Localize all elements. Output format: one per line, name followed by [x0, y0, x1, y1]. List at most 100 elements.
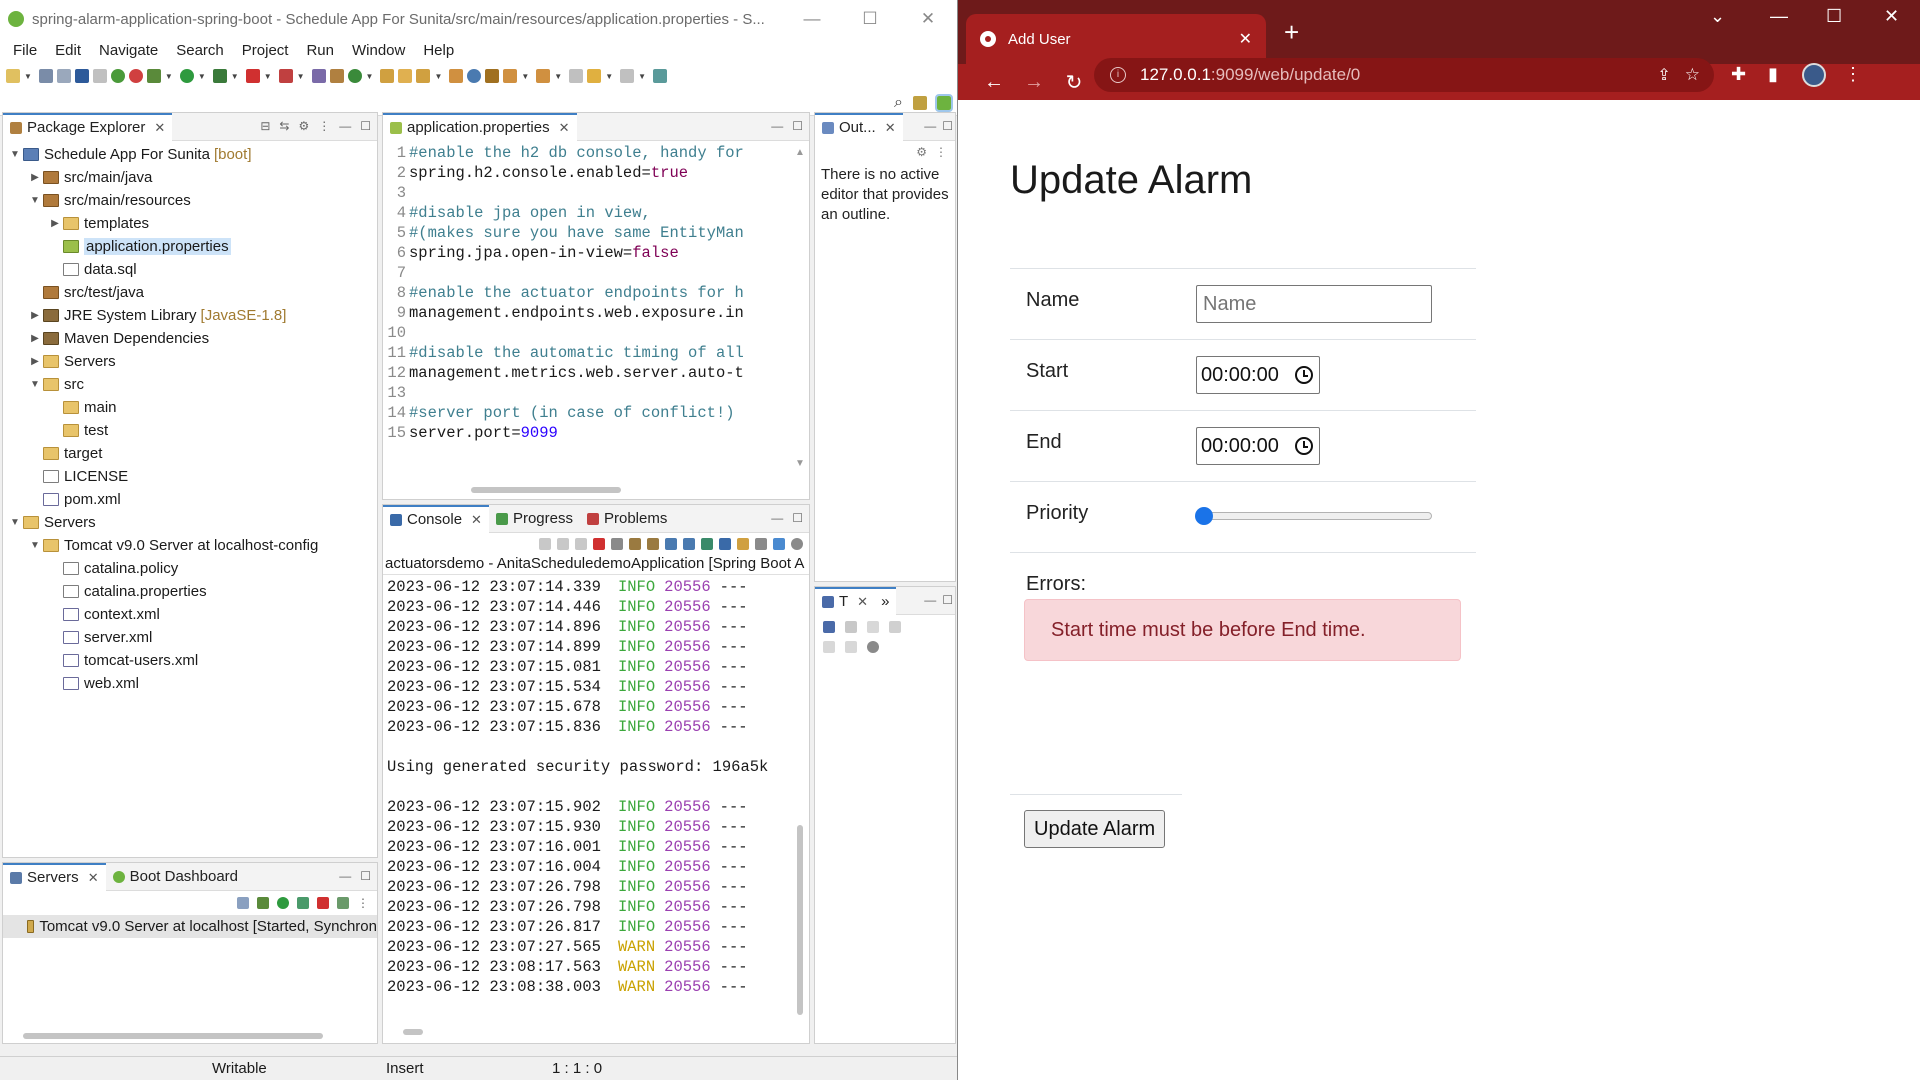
filter-icon[interactable]: ⚙	[298, 119, 309, 133]
bookmark-star-icon[interactable]: ☆	[1685, 65, 1700, 85]
horizontal-scrollbar[interactable]	[471, 487, 621, 493]
stop-icon[interactable]	[245, 69, 260, 83]
menu-item-file[interactable]: File	[4, 42, 46, 59]
save-icon[interactable]	[38, 69, 53, 83]
last-edit-icon[interactable]	[569, 69, 584, 83]
close-tab-icon[interactable]: ✕	[885, 120, 896, 136]
chevron-right-icon[interactable]: ▶	[27, 333, 43, 344]
address-bar[interactable]: i 127.0.0.1:9099/web/update/0 ⇪ ☆	[1094, 58, 1714, 92]
side-panel-icon[interactable]: ▮	[1768, 64, 1778, 85]
forward-icon[interactable]: →	[1014, 71, 1054, 94]
close-tab-icon[interactable]: ✕	[471, 512, 482, 528]
new-class-icon[interactable]	[347, 69, 362, 83]
remove-launch-icon[interactable]	[557, 538, 569, 550]
maximize-view-icon[interactable]: ☐	[942, 119, 953, 133]
chevron-right-icon[interactable]: ▶	[27, 172, 43, 183]
tree-item[interactable]: src/test/java	[3, 281, 377, 304]
menu-item-run[interactable]: Run	[297, 42, 343, 59]
view-menu-icon[interactable]: ⋮	[318, 119, 330, 133]
prev-annotation-icon[interactable]	[536, 69, 551, 83]
tree-item[interactable]: catalina.properties	[3, 580, 377, 603]
tree-item[interactable]: web.xml	[3, 672, 377, 695]
tree-item[interactable]: ▼ Servers	[3, 511, 377, 534]
display-console-icon[interactable]	[719, 538, 731, 550]
tree-item[interactable]: ▼ src/main/resources	[3, 189, 377, 212]
horizontal-scrollbar[interactable]	[403, 1029, 423, 1035]
open-type-icon[interactable]	[380, 69, 395, 83]
tab-application-properties[interactable]: application.properties ✕	[383, 112, 577, 141]
menu-item-navigate[interactable]: Navigate	[90, 42, 167, 59]
close-tab-icon[interactable]: ✕	[559, 120, 570, 136]
tree-item[interactable]: ▼ Schedule App For Sunita [boot]	[3, 143, 377, 166]
tree-item[interactable]: ▶ Servers	[3, 350, 377, 373]
clock-icon[interactable]	[1295, 366, 1313, 384]
chevron-down-icon[interactable]: ▼	[27, 379, 43, 390]
server-row[interactable]: Tomcat v9.0 Server at localhost [Started…	[3, 915, 377, 938]
new-package-icon[interactable]	[329, 69, 344, 83]
terminal-icon[interactable]	[74, 69, 89, 83]
chevron-right-icon[interactable]: ▶	[47, 218, 63, 229]
back-icon[interactable]	[587, 69, 602, 83]
slider-thumb[interactable]	[1195, 507, 1213, 525]
link-editor-icon[interactable]: ⇆	[279, 119, 289, 133]
vertical-scrollbar[interactable]: ▲ ▼	[795, 147, 805, 479]
search-icon[interactable]: ⌕	[894, 94, 903, 112]
pencil-icon[interactable]	[485, 69, 500, 83]
minimize-button[interactable]: —	[783, 0, 841, 38]
tab-console[interactable]: Console ✕	[383, 504, 489, 533]
minimize-view-icon[interactable]: —	[339, 869, 351, 883]
open-console-icon[interactable]	[449, 69, 464, 83]
view-menu-icon[interactable]: ⋮	[935, 145, 947, 159]
show-stderr-icon[interactable]	[683, 538, 695, 550]
console-settings-icon[interactable]	[791, 538, 803, 550]
clock-icon[interactable]	[1295, 437, 1313, 455]
copy-icon[interactable]	[823, 641, 835, 653]
stop-server-icon[interactable]	[317, 897, 329, 909]
tree-item[interactable]: ▼ src	[3, 373, 377, 396]
browser-tab[interactable]: Add User ✕	[966, 14, 1266, 64]
console-view-menu-icon[interactable]	[755, 538, 767, 550]
collapse-all-icon[interactable]: ⊟	[260, 119, 270, 133]
tab-package-explorer[interactable]: Package Explorer ✕	[3, 112, 173, 141]
boot-dashboard-icon[interactable]	[110, 69, 125, 83]
show-stdout-icon[interactable]	[665, 538, 677, 550]
run-icon[interactable]	[179, 69, 194, 83]
coverage-icon[interactable]	[212, 69, 227, 83]
debug-server-icon[interactable]	[257, 897, 269, 909]
menu-item-window[interactable]: Window	[343, 42, 414, 59]
extensions-icon[interactable]: ✚	[1731, 64, 1746, 85]
maximize-button[interactable]: ☐	[1826, 6, 1842, 27]
priority-slider[interactable]	[1195, 507, 1432, 525]
collapse-icon[interactable]	[237, 897, 249, 909]
code-editor[interactable]: 1 #enable the h2 db console, handy for 2 sp…	[383, 141, 787, 475]
skip-breakpoints-icon[interactable]	[92, 69, 107, 83]
new-icon[interactable]	[6, 69, 20, 83]
relaunch-icon[interactable]	[128, 69, 143, 83]
debug-icon[interactable]	[146, 69, 161, 83]
tree-item[interactable]: main	[3, 396, 377, 419]
external-tools-icon[interactable]	[278, 69, 293, 83]
tab-problems[interactable]: Problems	[580, 505, 674, 533]
tree-item[interactable]: application.properties	[3, 235, 377, 258]
minimize-view-icon[interactable]: —	[771, 511, 783, 525]
name-input[interactable]	[1196, 285, 1432, 323]
globe-icon[interactable]	[467, 69, 482, 83]
update-alarm-button[interactable]: Update Alarm	[1024, 810, 1166, 848]
view-menu-icon[interactable]: ⋮	[357, 896, 369, 910]
close-tab-icon[interactable]: ✕	[857, 594, 868, 610]
remove-all-icon[interactable]	[575, 538, 587, 550]
tree-item[interactable]: context.xml	[3, 603, 377, 626]
word-wrap-icon[interactable]	[647, 538, 659, 550]
maximize-view-icon[interactable]: ☐	[360, 869, 371, 883]
new-task-icon[interactable]	[823, 621, 835, 633]
close-tab-icon[interactable]: ✕	[154, 120, 165, 136]
chevron-down-icon[interactable]: ▼	[27, 195, 43, 206]
chevron-down-icon[interactable]: ▼	[7, 149, 23, 160]
chevron-right-icon[interactable]: ▶	[27, 310, 43, 321]
maximize-view-icon[interactable]: ☐	[792, 119, 803, 133]
reload-icon[interactable]: ↻	[1054, 70, 1094, 95]
collapse-tasks-icon[interactable]	[867, 621, 879, 633]
tab-progress[interactable]: Progress	[489, 505, 580, 533]
maximize-view-icon[interactable]: ☐	[942, 593, 953, 607]
chevron-down-icon[interactable]: ▼	[27, 540, 43, 551]
